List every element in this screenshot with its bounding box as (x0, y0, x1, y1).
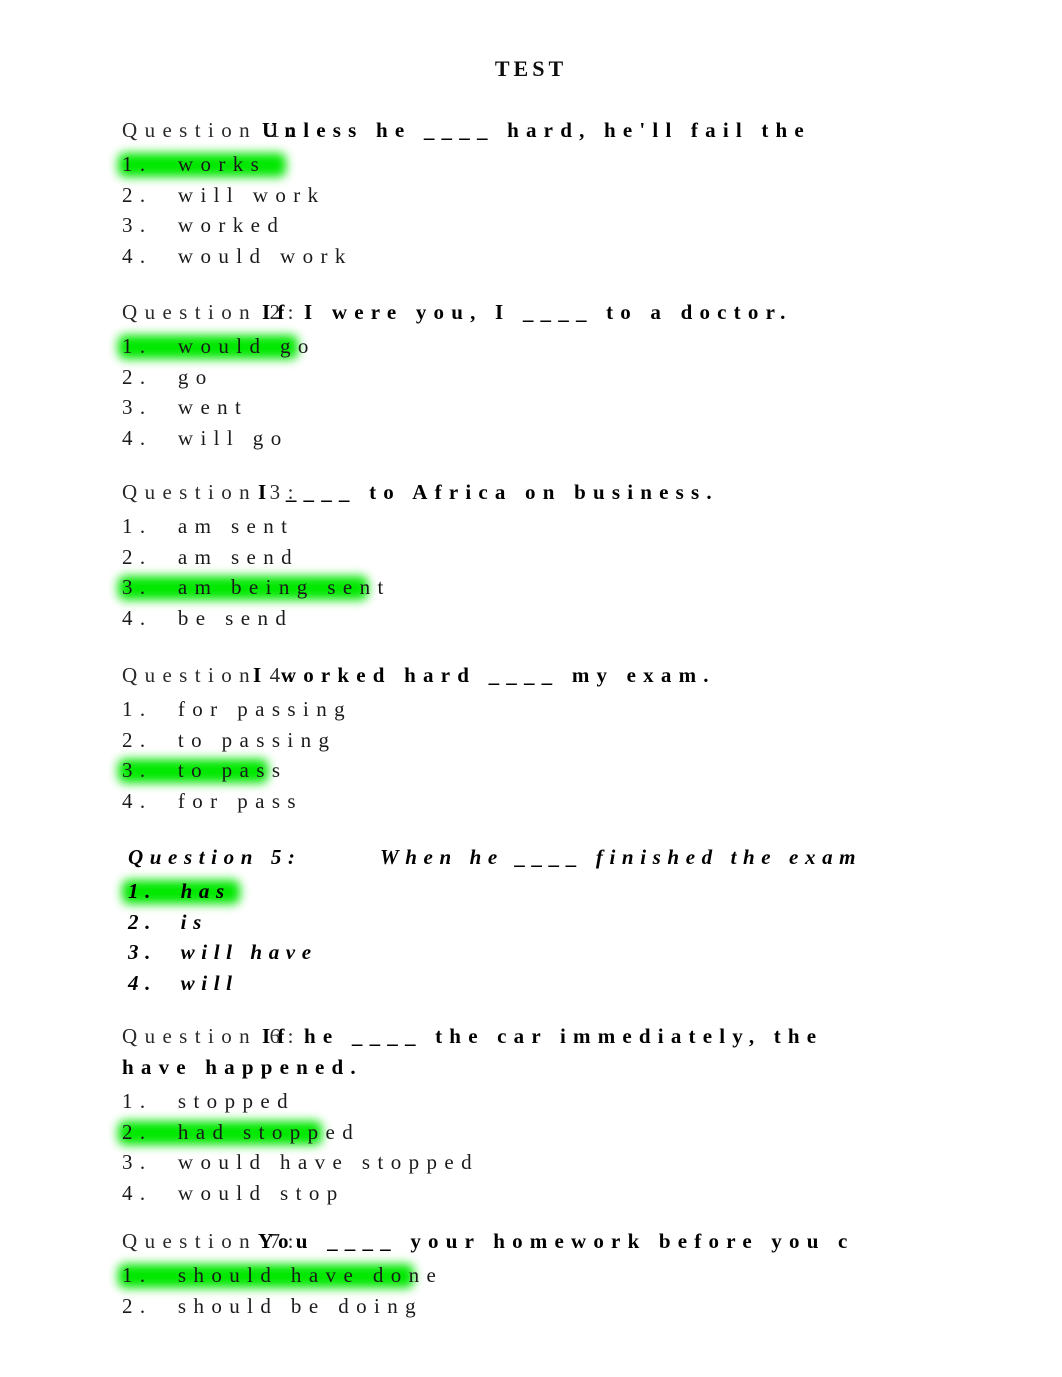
question-3-heading: Question 3: I ____ to Africa on business… (0, 480, 1062, 511)
question-4-text: I worked hard ____ my exam. (253, 663, 716, 687)
option-1-1[interactable]: 1. works (122, 149, 1062, 180)
question-block-6: Question 6: If he ____ the car immediate… (0, 1024, 1062, 1208)
option-1-3[interactable]: 3. worked (122, 210, 1062, 241)
option-4-2[interactable]: 2. to passing (122, 725, 1062, 756)
option-6-3[interactable]: 3. would have stopped (122, 1147, 1062, 1178)
question-2-options: 1. would go 2. go 3. went 4. will go (0, 331, 1062, 453)
option-1-4[interactable]: 4. would work (122, 241, 1062, 272)
option-3-4[interactable]: 4. be send (122, 603, 1062, 634)
option-5-4[interactable]: 4. will (128, 968, 1062, 999)
question-7-options: 1. should have done 2. should be doing (0, 1260, 1062, 1321)
question-7-heading: Question 7: You ____ your homework befor… (0, 1229, 1062, 1260)
option-2-2[interactable]: 2. go (122, 362, 1062, 393)
question-block-3: Question 3: I ____ to Africa on business… (0, 480, 1062, 633)
option-4-3[interactable]: 3. to pass (122, 755, 1062, 786)
question-5-label: Question 5: (128, 845, 302, 869)
option-4-4[interactable]: 4. for pass (122, 786, 1062, 817)
document-page: TEST Question 1: Unless he ____ hard, he… (0, 0, 1062, 1377)
option-2-1[interactable]: 1. would go (122, 331, 1062, 362)
question-5-heading: Question 5: When he ____ finished the ex… (0, 845, 1062, 876)
question-3-text: I ____ to Africa on business. (258, 480, 719, 504)
option-5-2[interactable]: 2. is (128, 907, 1062, 938)
option-4-1[interactable]: 1. for passing (122, 694, 1062, 725)
question-6-text: If he ____ the car immediately, the (262, 1024, 824, 1048)
question-5-options: 1. has 2. is 3. will have 4. will (0, 876, 1062, 998)
question-block-1: Question 1: Unless he ____ hard, he'll f… (0, 118, 1062, 271)
option-3-3[interactable]: 3. am being sent (122, 572, 1062, 603)
question-block-2: Question 2: If I were you, I ____ to a d… (0, 300, 1062, 453)
question-2-text: If I were you, I ____ to a doctor. (262, 300, 793, 324)
question-7-text: You ____ your homework before you c (258, 1229, 855, 1253)
question-2-heading: Question 2: If I were you, I ____ to a d… (0, 300, 1062, 331)
option-2-3[interactable]: 3. went (122, 392, 1062, 423)
question-block-4: Question 4: I worked hard ____ my exam. … (0, 663, 1062, 816)
question-6-options: 1. stopped 2. had stopped 3. would have … (0, 1086, 1062, 1208)
option-6-2[interactable]: 2. had stopped (122, 1117, 1062, 1148)
question-block-7: Question 7: You ____ your homework befor… (0, 1229, 1062, 1321)
option-5-3[interactable]: 3. will have (128, 937, 1062, 968)
question-1-heading: Question 1: Unless he ____ hard, he'll f… (0, 118, 1062, 149)
question-3-options: 1. am sent 2. am send 3. am being sent 4… (0, 511, 1062, 633)
option-2-4[interactable]: 4. will go (122, 423, 1062, 454)
option-1-2[interactable]: 2. will work (122, 180, 1062, 211)
question-4-heading: Question 4: I worked hard ____ my exam. (0, 663, 1062, 694)
option-3-2[interactable]: 2. am send (122, 542, 1062, 573)
question-block-5: Question 5: When he ____ finished the ex… (0, 845, 1062, 998)
option-7-2[interactable]: 2. should be doing (122, 1291, 1062, 1322)
option-3-1[interactable]: 1. am sent (122, 511, 1062, 542)
option-7-1[interactable]: 1. should have done (122, 1260, 1062, 1291)
question-6-heading: Question 6: If he ____ the car immediate… (0, 1024, 1062, 1055)
question-5-text: When he ____ finished the exam (380, 845, 863, 869)
option-6-1[interactable]: 1. stopped (122, 1086, 1062, 1117)
question-1-options: 1. works 2. will work 3. worked 4. would… (0, 149, 1062, 271)
question-6-text-line2: have happened. (122, 1055, 363, 1079)
question-4-options: 1. for passing 2. to passing 3. to pass … (0, 694, 1062, 816)
option-6-4[interactable]: 4. would stop (122, 1178, 1062, 1209)
question-1-text: Unless he ____ hard, he'll fail the (262, 118, 811, 142)
option-5-1[interactable]: 1. has (128, 876, 1062, 907)
page-title: TEST (494, 56, 568, 81)
